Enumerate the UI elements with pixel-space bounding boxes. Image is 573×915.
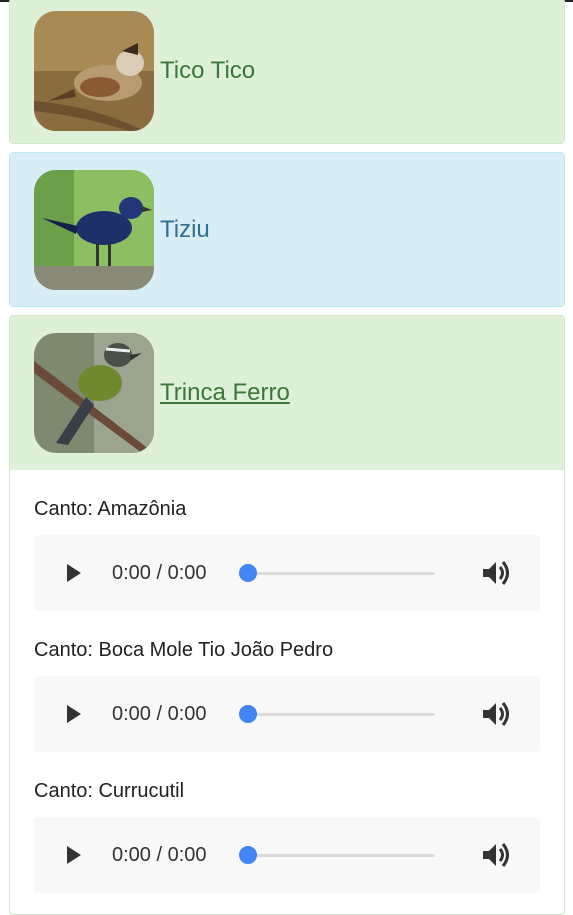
time-display: 0:00 / 0:00 (112, 843, 207, 866)
audio-player[interactable]: 0:00 / 0:00 (34, 676, 540, 752)
seek-slider[interactable] (239, 845, 435, 865)
audio-player[interactable]: 0:00 / 0:00 (34, 817, 540, 893)
track-label: Canto: Boca Mole Tio João Pedro (34, 639, 334, 661)
bird-photo (34, 333, 154, 453)
seek-rail (245, 572, 435, 575)
track-item: Canto: Amazônia 0:00 / 0:00 (34, 470, 540, 611)
bird-name[interactable]: Tiziu (160, 216, 210, 244)
bird-panel-tico-tico[interactable]: Tico Tico (9, 0, 565, 144)
track-item: Canto: Currucutil 0:00 / 0:00 (34, 752, 540, 893)
time-display: 0:00 / 0:00 (112, 702, 207, 725)
bird-panel-heading[interactable]: Tiziu (10, 153, 564, 306)
bird-panel-trinca-ferro[interactable]: Trinca Ferro Canto: Amazônia 0:00 / 0:00 (9, 315, 565, 915)
bird-panel-heading[interactable]: Trinca Ferro (10, 316, 564, 470)
play-icon[interactable] (62, 703, 84, 725)
seek-rail (245, 713, 435, 716)
seek-slider[interactable] (239, 563, 435, 583)
seek-knob[interactable] (239, 705, 257, 723)
bird-panel-tiziu[interactable]: Tiziu (9, 152, 565, 307)
play-icon[interactable] (62, 844, 84, 866)
seek-slider[interactable] (239, 704, 435, 724)
volume-icon[interactable] (480, 557, 512, 589)
audio-player[interactable]: 0:00 / 0:00 (34, 535, 540, 611)
volume-icon[interactable] (480, 698, 512, 730)
bird-name-link[interactable]: Trinca Ferro (160, 379, 290, 407)
time-display: 0:00 / 0:00 (112, 561, 207, 584)
bird-photo (34, 11, 154, 131)
bird-panel-heading[interactable]: Tico Tico (10, 0, 564, 143)
seek-knob[interactable] (239, 846, 257, 864)
volume-icon[interactable] (480, 839, 512, 871)
seek-rail (245, 854, 435, 857)
seek-knob[interactable] (239, 564, 257, 582)
track-item: Canto: Boca Mole Tio João Pedro 0:00 / 0… (34, 611, 540, 752)
bird-photo (34, 169, 154, 290)
bird-name[interactable]: Tico Tico (160, 57, 255, 85)
track-list: Canto: Amazônia 0:00 / 0:00 Canto: Boca … (10, 470, 564, 893)
play-icon[interactable] (62, 562, 84, 584)
track-label: Canto: Currucutil (34, 780, 185, 802)
track-label: Canto: Amazônia (34, 498, 187, 520)
